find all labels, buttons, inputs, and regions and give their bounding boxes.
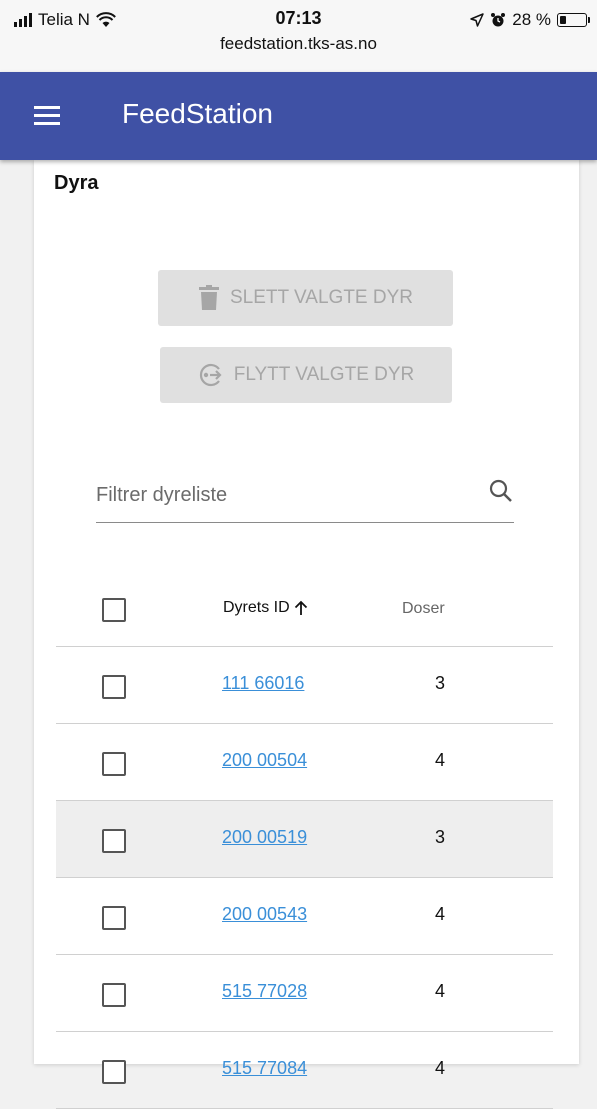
row-checkbox[interactable] [102,752,126,776]
battery-icon [557,13,590,27]
column-header-doses[interactable]: Doser [402,600,445,618]
animals-card: Dyra SLETT VALGTE DYR FLYTT VALGTE DYR D… [34,160,579,1109]
animal-id-link[interactable]: 515 77028 [222,981,307,1002]
row-checkbox[interactable] [102,675,126,699]
doses-value: 4 [435,904,446,924]
animals-table: Dyrets ID Doser 111 66016 3 200 00504 4 … [56,570,553,1109]
move-icon [199,363,222,387]
status-bar: Telia N 07:13 feedstation.tks-as.no 28 % [0,0,597,72]
search-icon[interactable] [488,478,514,504]
table-row: 111 66016 3 [56,647,553,724]
table-row: 200 00543 4 [56,878,553,955]
delete-button-label: SLETT VALGTE DYR [229,287,413,308]
table-header: Dyrets ID Doser [56,570,553,647]
doses-value: 4 [435,750,446,770]
row-checkbox[interactable] [102,829,126,853]
animal-id-link[interactable]: 200 00519 [222,827,307,848]
animal-id-link[interactable]: 515 77084 [222,1058,307,1079]
trash-icon [198,285,219,310]
status-right: 28 % [470,10,590,30]
card-title: Dyra [54,172,99,194]
table-row: 515 77028 4 [56,955,553,1032]
row-checkbox[interactable] [102,906,126,930]
doses-value: 3 [435,673,446,693]
filter-field [96,472,514,523]
table-row: 200 00519 3 [56,801,553,878]
app-bar: FeedStation [0,72,597,160]
animal-id-link[interactable]: 111 66016 [222,673,304,694]
app-title: FeedStation [122,98,273,129]
battery-percent: 28 % [512,10,551,29]
page-url[interactable]: feedstation.tks-as.no [0,34,597,54]
animal-id-link[interactable]: 200 00504 [222,750,307,771]
delete-selected-button[interactable]: SLETT VALGTE DYR [158,270,453,326]
table-row: 200 00504 4 [56,724,553,801]
doses-value: 4 [435,1058,446,1078]
arrow-up-icon [294,600,307,615]
filter-input[interactable] [96,480,466,510]
row-checkbox[interactable] [102,983,126,1007]
doses-value: 4 [435,981,446,1001]
column-header-id[interactable]: Dyrets ID [223,599,308,617]
move-selected-button[interactable]: FLYTT VALGTE DYR [160,347,452,403]
move-button-label: FLYTT VALGTE DYR [233,364,415,385]
doses-value: 3 [435,827,446,847]
menu-icon[interactable] [34,104,64,128]
table-row: 515 77084 4 [56,1032,553,1109]
location-arrow-icon [470,13,484,27]
battery-fill [560,16,566,24]
select-all-checkbox[interactable] [102,598,126,622]
column-header-id-label: Dyrets ID [223,599,290,616]
animal-id-link[interactable]: 200 00543 [222,904,307,925]
alarm-icon [491,13,506,27]
